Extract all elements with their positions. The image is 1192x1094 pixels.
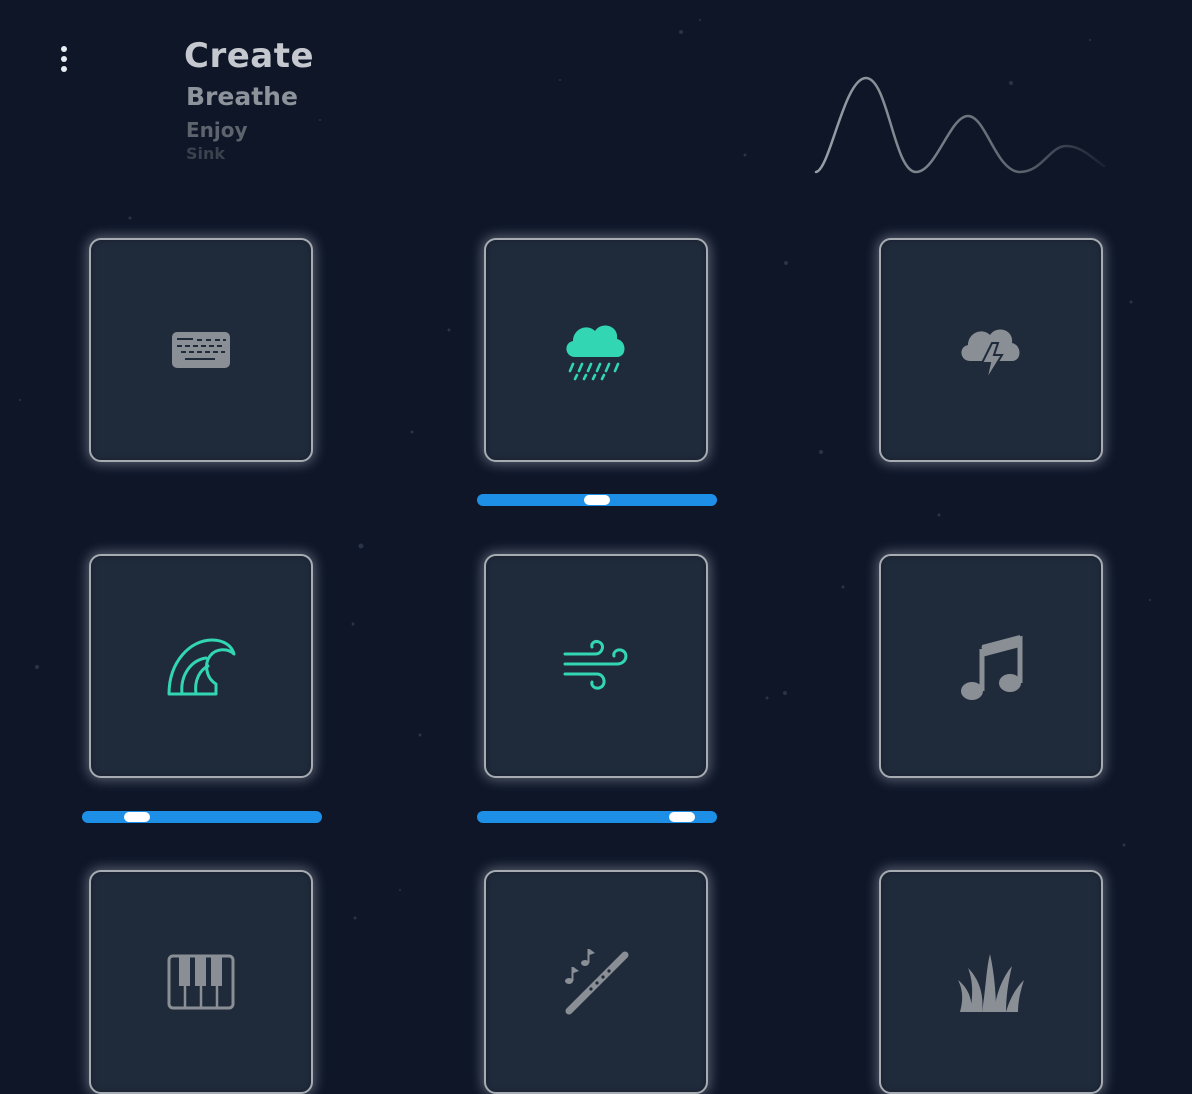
menu-dot [61, 56, 67, 62]
headline-word: Create [184, 36, 315, 76]
cloud-rain-icon [566, 325, 625, 381]
slider-thumb[interactable] [124, 812, 150, 822]
sound-tile-thunderstorm[interactable] [879, 238, 1103, 462]
sound-tile-wind[interactable] [484, 554, 708, 778]
menu-dot [61, 66, 67, 72]
rain-volume-slider[interactable] [477, 494, 717, 506]
flute-icon [565, 949, 629, 1015]
sound-wave-graphic [814, 76, 1106, 174]
more-options-button[interactable] [52, 40, 76, 78]
wind-volume-slider[interactable] [477, 811, 717, 823]
thunderstorm-icon [961, 329, 1020, 382]
piano-icon [167, 954, 235, 1010]
headline-word: Sink [186, 144, 226, 163]
sound-tile-rain[interactable] [484, 238, 708, 462]
headline-word: Enjoy [186, 118, 248, 142]
sound-tile-ocean[interactable] [89, 554, 313, 778]
slider-thumb[interactable] [584, 495, 610, 505]
ocean-volume-slider[interactable] [82, 811, 322, 823]
slider-thumb[interactable] [669, 812, 695, 822]
sound-tile-flute[interactable] [484, 870, 708, 1094]
grass-icon [958, 954, 1024, 1012]
music-note-icon [961, 635, 1023, 700]
ocean-wave-icon [167, 638, 236, 696]
sound-tile-keyboard[interactable] [89, 238, 313, 462]
menu-dot [61, 46, 67, 52]
sound-tile-piano[interactable] [89, 870, 313, 1094]
sound-tile-music[interactable] [879, 554, 1103, 778]
keyboard-icon [172, 332, 230, 368]
wind-icon [563, 640, 628, 690]
sound-tile-grass[interactable] [879, 870, 1103, 1094]
headline-word: Breathe [186, 82, 298, 111]
